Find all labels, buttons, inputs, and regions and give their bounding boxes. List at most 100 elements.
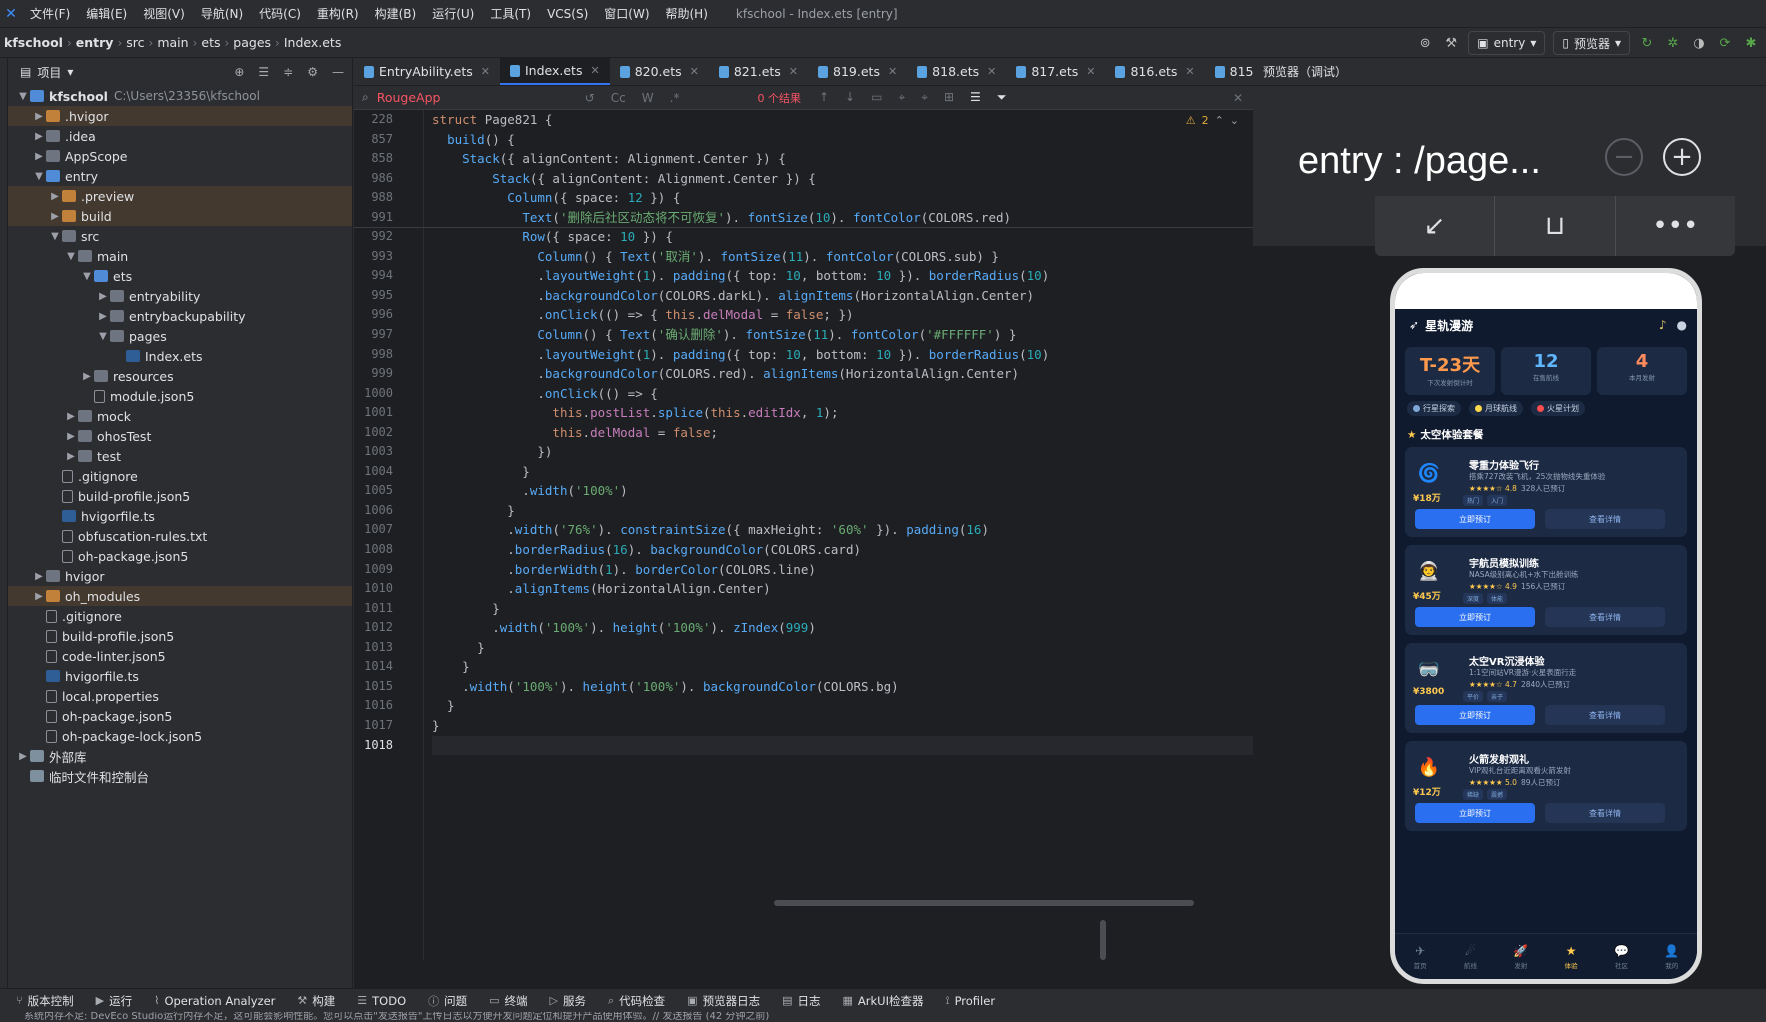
editor-vertical-scrollbar[interactable]: [1100, 920, 1106, 960]
bottom-nav-item[interactable]: 👤 我的: [1647, 934, 1697, 979]
code-line[interactable]: Column() { Text('取消'). fontSize(11). fon…: [432, 247, 1253, 267]
locate-icon[interactable]: ⊕: [234, 65, 244, 79]
chevron-right-icon[interactable]: ▶: [64, 451, 78, 462]
menu-item[interactable]: 构建(B): [367, 0, 425, 28]
chevron-down-icon[interactable]: ▾: [67, 65, 73, 79]
remove-cursor-icon[interactable]: ⌖: [921, 90, 928, 105]
tree-item[interactable]: ▶ test: [8, 446, 352, 466]
chevron-down-icon[interactable]: ▼: [48, 231, 62, 242]
tree-item[interactable]: ▶ AppScope: [8, 146, 352, 166]
tree-item[interactable]: ▶ mock: [8, 406, 352, 426]
tool-window-button[interactable]: ▦ ArkUI检查器: [842, 993, 923, 1009]
chevron-right-icon[interactable]: ▶: [96, 291, 110, 302]
breadcrumb-item[interactable]: ets: [197, 35, 224, 50]
breadcrumb-item[interactable]: src: [122, 35, 148, 50]
editor-tab[interactable]: 817.ets ✕: [1006, 58, 1105, 85]
editor-tab[interactable]: 816.ets ✕: [1105, 58, 1204, 85]
inspection-widget[interactable]: ⚠ 2 ⌃ ⌄: [1186, 114, 1239, 127]
tree-item[interactable]: ▶ entrybackupability: [8, 306, 352, 326]
tree-item[interactable]: ▼ ets: [8, 266, 352, 286]
package-card[interactable]: 🥽 ¥3800 太空VR沉浸体验 1:1空间站VR漫游·火星表面行走 ★★★★☆ 4.7…: [1405, 643, 1687, 733]
chevron-right-icon[interactable]: ▶: [80, 371, 94, 382]
book-now-button[interactable]: 立即预订: [1415, 607, 1535, 627]
multi-select-icon[interactable]: ⊞: [944, 90, 954, 105]
history-icon[interactable]: ↺: [585, 91, 595, 105]
expand-all-icon[interactable]: ☰: [258, 65, 269, 79]
tool-window-button[interactable]: ⟟ Profiler: [945, 994, 995, 1008]
tree-item[interactable]: oh-package-lock.json5: [8, 726, 352, 746]
close-tab-icon[interactable]: ✕: [987, 65, 996, 78]
chevron-right-icon[interactable]: ▶: [32, 591, 46, 602]
code-line[interactable]: .borderRadius(16). backgroundColor(COLOR…: [432, 540, 1253, 560]
tree-item[interactable]: oh-package.json5: [8, 546, 352, 566]
code-line[interactable]: this.postList.splice(this.editIdx, 1);: [432, 403, 1253, 423]
bottom-nav-item[interactable]: ☄ 航线: [1445, 934, 1495, 979]
tree-item[interactable]: hvigorfile.ts: [8, 666, 352, 686]
code-line[interactable]: .width('76%'). constraintSize({ maxHeigh…: [432, 520, 1253, 540]
horizontal-scrollbar[interactable]: [774, 900, 1194, 906]
add-cursor-icon[interactable]: ⌖: [898, 90, 905, 105]
multi-device-icon[interactable]: ⊔: [1495, 196, 1616, 256]
breadcrumb-item[interactable]: entry: [72, 35, 118, 50]
zoom-out-icon[interactable]: −: [1605, 138, 1643, 176]
tool-window-button[interactable]: ▤ 日志: [782, 993, 820, 1009]
tree-item[interactable]: code-linter.json5: [8, 646, 352, 666]
chevron-down-icon[interactable]: ▼: [16, 91, 30, 102]
code-line[interactable]: Stack({ alignContent: Alignment.Center }…: [432, 149, 1253, 169]
chevron-right-icon[interactable]: ▶: [32, 131, 46, 142]
menu-item[interactable]: VCS(S): [539, 0, 596, 28]
filter-chip[interactable]: 行星探索: [1407, 401, 1461, 416]
book-now-button[interactable]: 立即预订: [1415, 803, 1535, 823]
menu-item[interactable]: 文件(F): [22, 0, 78, 28]
bottom-nav-item[interactable]: 🚀 发射: [1496, 934, 1546, 979]
chevron-right-icon[interactable]: ▶: [48, 191, 62, 202]
editor-tab[interactable]: 818.ets ✕: [907, 58, 1006, 85]
tree-item[interactable]: build-profile.json5: [8, 626, 352, 646]
menu-item[interactable]: 窗口(W): [596, 0, 657, 28]
code-line[interactable]: }: [432, 462, 1253, 482]
zoom-in-icon[interactable]: +: [1663, 138, 1701, 176]
tree-item[interactable]: .gitignore: [8, 466, 352, 486]
code-line[interactable]: .borderWidth(1). borderColor(COLORS.line…: [432, 560, 1253, 580]
chevron-right-icon[interactable]: ▶: [96, 311, 110, 322]
tree-item[interactable]: ▶ .preview: [8, 186, 352, 206]
collapse-all-icon[interactable]: ≑: [283, 65, 293, 79]
tool-window-button[interactable]: ⓘ 问题: [428, 993, 467, 1009]
close-tab-icon[interactable]: ✕: [1086, 65, 1095, 78]
arrow-down-icon[interactable]: ↓: [845, 90, 855, 105]
reload-icon[interactable]: ⟳: [1716, 34, 1734, 52]
code-line[interactable]: }: [432, 599, 1253, 619]
tool-window-button[interactable]: ⌇ Operation Analyzer: [154, 994, 275, 1008]
code-line[interactable]: Row({ space: 10 }) {: [432, 227, 1253, 247]
view-details-button[interactable]: 查看详情: [1545, 705, 1665, 725]
chevron-right-icon[interactable]: ▶: [64, 431, 78, 442]
tree-item[interactable]: ▶ hvigor: [8, 566, 352, 586]
status-message[interactable]: 系统内存不足: DevEco Studio运行内存不足，这可能会影响性能。您可以…: [0, 1012, 1766, 1022]
tree-item[interactable]: ▶ resources: [8, 366, 352, 386]
code-line[interactable]: .onClick(() => {: [432, 384, 1253, 404]
tree-item[interactable]: ▶ .hvigor: [8, 106, 352, 126]
tree-item[interactable]: ▶ 外部库: [8, 746, 352, 766]
search-input[interactable]: RougeApp: [377, 90, 567, 105]
tool-window-button[interactable]: ⌕ 代码检查: [608, 993, 665, 1009]
tree-item[interactable]: build-profile.json5: [8, 486, 352, 506]
code-line[interactable]: Column({ space: 12 }) {: [432, 188, 1253, 208]
chevron-right-icon[interactable]: ▶: [48, 211, 62, 222]
attach-icon[interactable]: ◑: [1690, 34, 1708, 52]
code-line[interactable]: .onClick(() => { this.delModal = false; …: [432, 305, 1253, 325]
tree-item[interactable]: hvigorfile.ts: [8, 506, 352, 526]
app-logo-icon[interactable]: ✕: [0, 0, 22, 28]
whole-word-icon[interactable]: W: [642, 91, 654, 105]
tree-item[interactable]: ▼ entry: [8, 166, 352, 186]
code-line[interactable]: [432, 735, 1253, 756]
code-line[interactable]: .width('100%'): [432, 481, 1253, 501]
filter-chip[interactable]: 月球航线: [1469, 401, 1523, 416]
tree-item[interactable]: module.json5: [8, 386, 352, 406]
code-line[interactable]: this.delModal = false;: [432, 423, 1253, 443]
tree-item[interactable]: obfuscation-rules.txt: [8, 526, 352, 546]
filter-chip[interactable]: 火星计划: [1531, 401, 1585, 416]
tree-item[interactable]: Index.ets: [8, 346, 352, 366]
tree-item[interactable]: ▶ ohosTest: [8, 426, 352, 446]
tool-window-button[interactable]: ▷ 服务: [550, 993, 586, 1009]
code-line[interactable]: .layoutWeight(1). padding({ top: 10, bot…: [432, 345, 1253, 365]
